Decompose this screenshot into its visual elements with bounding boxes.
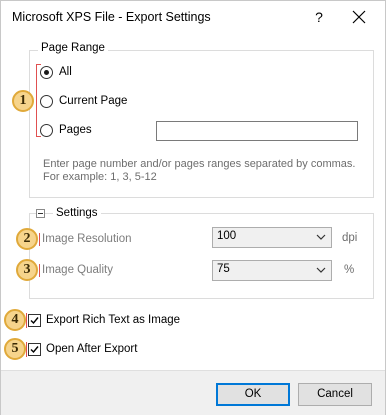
image-quality-dropdown[interactable]: 75 [212,260,332,281]
open-after-export-checkbox[interactable] [28,343,41,356]
callout-badge-1: 1 [12,90,34,112]
image-resolution-marker [39,233,40,246]
image-quality-marker [39,264,40,277]
cancel-button[interactable]: Cancel [298,383,372,406]
window-title: Microsoft XPS File - Export Settings [12,10,211,24]
image-resolution-unit: dpi [342,232,358,244]
settings-group [29,213,374,299]
chevron-down-icon [316,267,326,273]
pages-input[interactable] [156,121,358,141]
check-icon [30,346,39,354]
image-quality-unit: % [344,264,355,276]
image-quality-value: 75 [217,263,230,275]
collapse-minus-icon[interactable] [36,209,45,218]
callout-badge-2: 2 [16,228,38,250]
open-after-export-marker [26,342,27,357]
title-bar: Microsoft XPS File - Export Settings ? [1,1,385,33]
callout-badge-4: 4 [4,309,26,331]
close-button[interactable] [344,4,374,30]
radio-current-page-label: Current Page [59,95,128,107]
image-resolution-value: 100 [217,230,237,242]
radio-selected-dot [44,70,49,75]
chevron-down-icon [316,234,326,240]
hint-line-2: For example: 1, 3, 5-12 [43,171,157,183]
radio-all-label: All [59,66,72,78]
settings-title: Settings [53,207,101,219]
radio-current-page[interactable] [40,95,53,108]
radio-pages[interactable] [40,124,53,137]
image-resolution-label: Image Resolution [42,233,132,245]
image-quality-label: Image Quality [42,264,113,276]
radio-pages-label: Pages [59,124,92,136]
check-icon [30,317,39,325]
open-after-export-label: Open After Export [46,343,138,355]
callout-badge-5: 5 [4,338,26,360]
help-button[interactable]: ? [306,4,332,30]
page-range-title: Page Range [38,42,108,54]
close-icon [352,10,366,24]
export-rich-text-marker [26,313,27,328]
radio-all[interactable] [40,66,53,79]
image-resolution-dropdown[interactable]: 100 [212,227,332,248]
page-range-hint: Enter page number and/or pages ranges se… [43,158,355,184]
ok-button[interactable]: OK [216,383,290,406]
export-rich-text-label: Export Rich Text as Image [46,314,181,326]
hint-line-1: Enter page number and/or pages ranges se… [43,158,356,170]
export-settings-dialog: Microsoft XPS File - Export Settings ? P… [0,0,386,415]
export-rich-text-checkbox[interactable] [28,314,41,327]
callout-badge-3: 3 [16,259,38,281]
button-bar: OK Cancel [1,370,385,415]
